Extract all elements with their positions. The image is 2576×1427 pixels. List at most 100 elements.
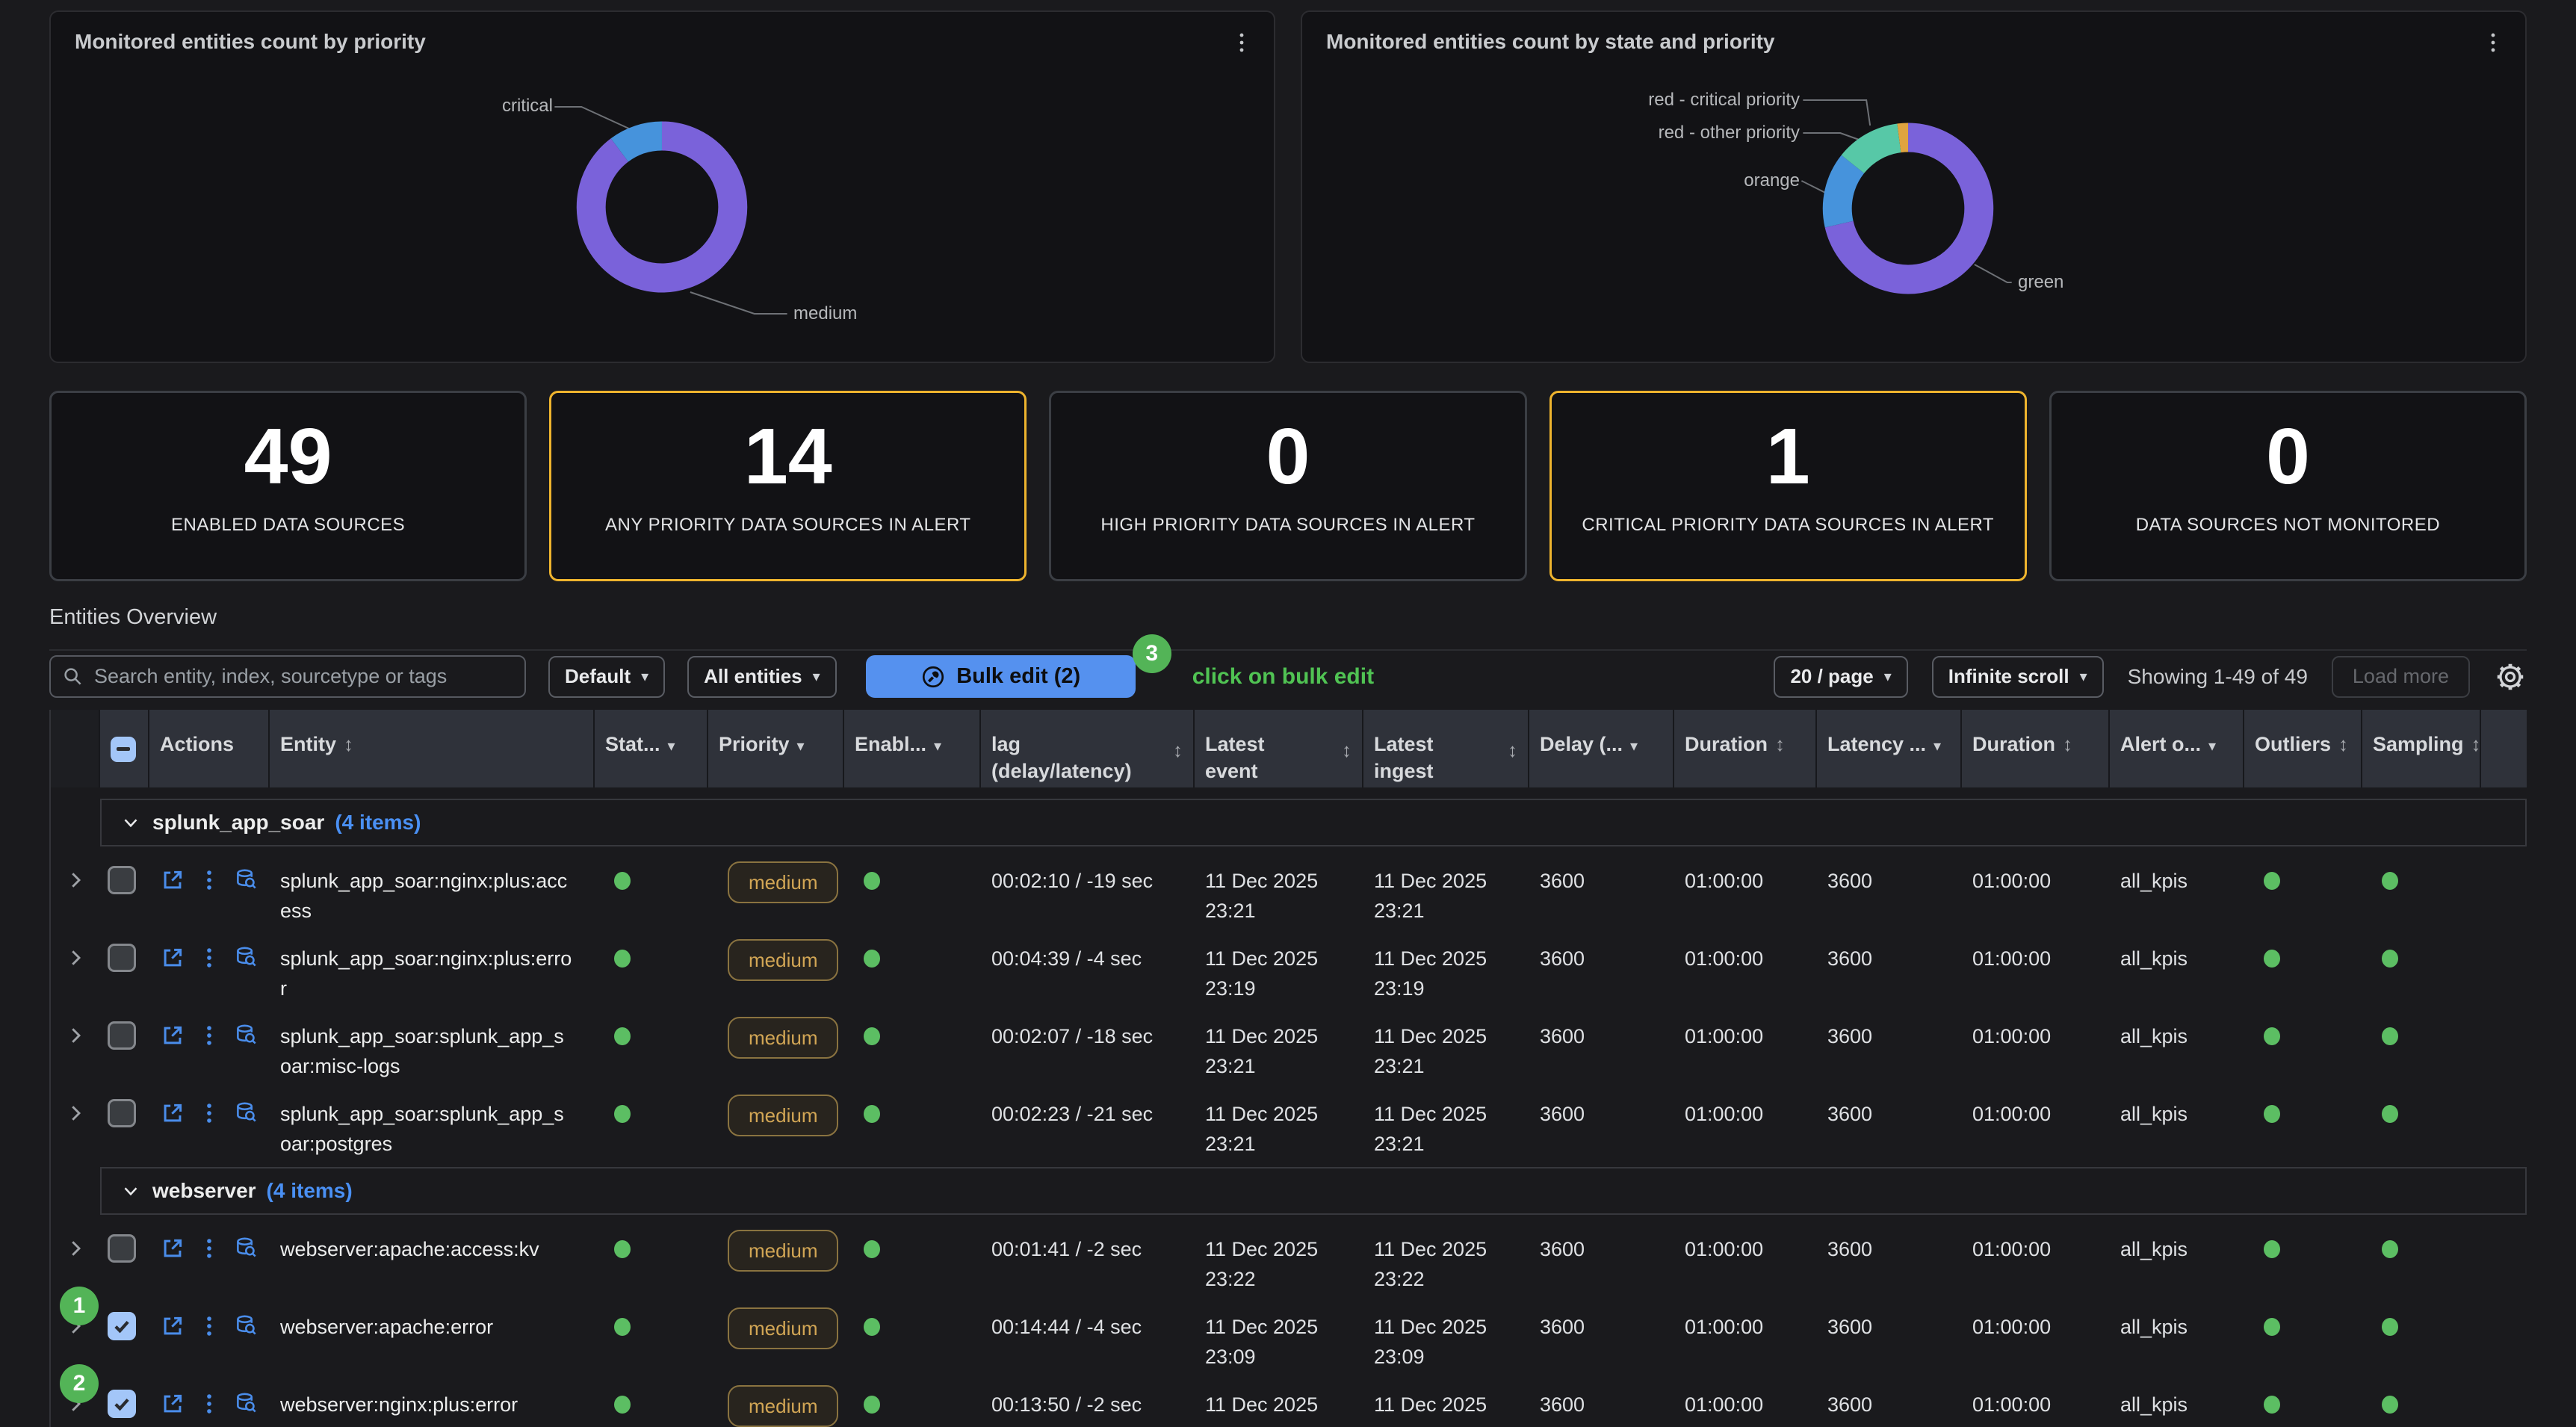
- entity-name[interactable]: webserver:nginx:plus:error: [270, 1370, 595, 1427]
- column-header-alert-o-12[interactable]: Alert o...▾: [2110, 710, 2244, 787]
- row-menu-icon[interactable]: [196, 945, 222, 971]
- sort-icon[interactable]: ↕: [1775, 733, 1785, 755]
- sort-icon[interactable]: ↕: [1173, 737, 1183, 764]
- row-checkbox[interactable]: [108, 1234, 136, 1263]
- row-expander-icon[interactable]: [64, 1102, 87, 1124]
- entity-name[interactable]: webserver:apache:access:kv: [270, 1215, 595, 1294]
- lag-value: 00:04:39 / -4 sec: [981, 924, 1195, 1003]
- search-events-icon[interactable]: [233, 1023, 258, 1048]
- column-header-duration-11[interactable]: Duration↕: [1962, 710, 2110, 787]
- bulk-edit-button[interactable]: Bulk edit (2): [866, 655, 1136, 698]
- checkbox-cell: [100, 846, 149, 926]
- sort-icon[interactable]: ↕: [1508, 737, 1517, 764]
- column-header-priority-3[interactable]: Priority▾: [708, 710, 844, 787]
- select-all-checkbox[interactable]: [111, 737, 136, 762]
- kpi-critical-priority-in-alert[interactable]: 1 CRITICAL PRIORITY DATA SOURCES IN ALER…: [1549, 391, 2027, 581]
- kpi-any-priority-in-alert[interactable]: 14 ANY PRIORITY DATA SOURCES IN ALERT: [549, 391, 1027, 581]
- column-header-delay-8[interactable]: Delay (...▾: [1529, 710, 1674, 787]
- group-header-webserver[interactable]: webserver(4 items): [100, 1167, 2527, 1215]
- row-checkbox[interactable]: [108, 1099, 136, 1127]
- row-checkbox[interactable]: [108, 1312, 136, 1340]
- annotation-step-badge: 2: [60, 1364, 99, 1403]
- saved-view-dropdown[interactable]: Default ▾: [548, 656, 665, 698]
- row-expander-icon[interactable]: [64, 1024, 87, 1047]
- open-entity-icon[interactable]: [160, 1023, 185, 1048]
- open-entity-icon[interactable]: [160, 1101, 185, 1126]
- kpi-enabled-data-sources[interactable]: 49 ENABLED DATA SOURCES: [49, 391, 527, 581]
- sort-icon[interactable]: ↕: [2063, 733, 2072, 755]
- chevron-down-icon[interactable]: [120, 811, 142, 834]
- entity-name[interactable]: webserver:apache:error: [270, 1293, 595, 1372]
- row-checkbox[interactable]: [108, 866, 136, 894]
- column-header-entity-1[interactable]: Entity↕: [270, 710, 595, 787]
- entity-filter-dropdown[interactable]: All entities ▾: [687, 656, 837, 698]
- search-events-icon[interactable]: [233, 945, 258, 971]
- entity-name[interactable]: splunk_app_soar:splunk_app_soar:misc-log…: [270, 1002, 595, 1081]
- alert-on-value: all_kpis: [2110, 1293, 2244, 1372]
- column-header-stat-2[interactable]: Stat...▾: [595, 710, 708, 787]
- column-header-latest-ingest-7[interactable]: Latest ingest↕: [1363, 710, 1529, 787]
- row-menu-icon[interactable]: [196, 867, 222, 893]
- kpi-value: 14: [744, 415, 832, 498]
- sort-icon[interactable]: ↕: [344, 733, 353, 755]
- search-events-icon[interactable]: [233, 867, 258, 893]
- entity-name[interactable]: splunk_app_soar:nginx:plus:access: [270, 846, 595, 926]
- search-events-icon[interactable]: [233, 1391, 258, 1417]
- entity-name[interactable]: splunk_app_soar:nginx:plus:error: [270, 924, 595, 1003]
- row-menu-icon[interactable]: [196, 1236, 222, 1261]
- filter-caret-icon[interactable]: ▾: [1933, 738, 1941, 755]
- sort-icon[interactable]: ↕: [2471, 733, 2481, 755]
- group-header-splunk-app-soar[interactable]: splunk_app_soar(4 items): [100, 799, 2527, 846]
- table-row: splunk_app_soar:splunk_app_soar:misc-log…: [51, 1002, 2527, 1080]
- search-events-icon[interactable]: [233, 1236, 258, 1261]
- open-entity-icon[interactable]: [160, 1236, 185, 1261]
- row-menu-icon[interactable]: [196, 1313, 222, 1339]
- filter-caret-icon[interactable]: ▾: [2208, 738, 2216, 755]
- entity-name[interactable]: splunk_app_soar:splunk_app_soar:postgres: [270, 1080, 595, 1159]
- kpi-label: ENABLED DATA SOURCES: [171, 515, 405, 536]
- row-expander-icon[interactable]: [64, 947, 87, 969]
- filter-caret-icon[interactable]: ▾: [934, 738, 941, 755]
- column-header-outliers-13[interactable]: Outliers↕: [2244, 710, 2362, 787]
- load-more-button[interactable]: Load more: [2332, 656, 2470, 698]
- column-header-actions-0[interactable]: Actions: [149, 710, 270, 787]
- per-page-dropdown[interactable]: 20 / page ▾: [1774, 656, 1907, 698]
- column-header-lag-delay-latency-5[interactable]: lag (delay/latency)↕: [981, 710, 1195, 787]
- sampling-dot: [2382, 872, 2398, 890]
- column-header-latency-10[interactable]: Latency ...▾: [1817, 710, 1962, 787]
- column-header-duration-9[interactable]: Duration↕: [1674, 710, 1817, 787]
- row-menu-icon[interactable]: [196, 1101, 222, 1126]
- gear-icon[interactable]: [2494, 660, 2527, 693]
- row-checkbox[interactable]: [108, 1021, 136, 1050]
- open-entity-icon[interactable]: [160, 1313, 185, 1339]
- search-input[interactable]: [49, 655, 526, 698]
- kpi-not-monitored[interactable]: 0 DATA SOURCES NOT MONITORED: [2049, 391, 2527, 581]
- open-entity-icon[interactable]: [160, 867, 185, 893]
- row-checkbox[interactable]: [108, 944, 136, 972]
- row-menu-icon[interactable]: [196, 1023, 222, 1048]
- open-entity-icon[interactable]: [160, 1391, 185, 1417]
- row-expander-icon[interactable]: [64, 1237, 87, 1260]
- row-expander-icon[interactable]: [64, 869, 87, 891]
- filter-caret-icon[interactable]: ▾: [668, 738, 675, 755]
- panel-menu-icon[interactable]: [2480, 30, 2506, 55]
- scroll-mode-dropdown[interactable]: Infinite scroll ▾: [1932, 656, 2104, 698]
- row-checkbox[interactable]: [108, 1390, 136, 1418]
- search-events-icon[interactable]: [233, 1313, 258, 1339]
- expander-cell: [51, 1002, 100, 1081]
- filter-caret-icon[interactable]: ▾: [797, 738, 805, 755]
- sort-icon[interactable]: ↕: [1342, 737, 1352, 764]
- column-header-latest-event-6[interactable]: Latest event↕: [1195, 710, 1363, 787]
- search-events-icon[interactable]: [233, 1101, 258, 1126]
- kpi-high-priority-in-alert[interactable]: 0 HIGH PRIORITY DATA SOURCES IN ALERT: [1049, 391, 1526, 581]
- outliers-cell: [2244, 846, 2362, 926]
- row-menu-icon[interactable]: [196, 1391, 222, 1417]
- panel-menu-icon[interactable]: [1229, 30, 1254, 55]
- chevron-down-icon[interactable]: [120, 1180, 142, 1202]
- open-entity-icon[interactable]: [160, 945, 185, 971]
- delay-value: 3600: [1529, 846, 1674, 926]
- column-header-sampling-14[interactable]: Sampling↕: [2362, 710, 2481, 787]
- column-header-enabl-4[interactable]: Enabl...▾: [844, 710, 981, 787]
- filter-caret-icon[interactable]: ▾: [1630, 738, 1638, 755]
- sort-icon[interactable]: ↕: [2338, 733, 2348, 755]
